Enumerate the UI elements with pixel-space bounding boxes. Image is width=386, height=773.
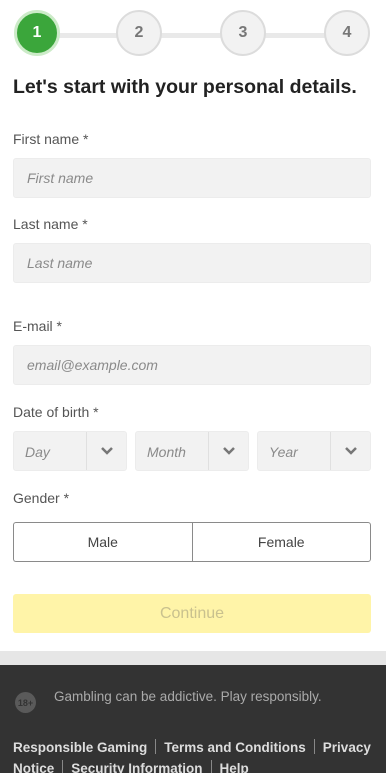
age-restriction-icon: 18+ — [15, 692, 36, 713]
gender-male-button[interactable]: Male — [13, 522, 192, 562]
gender-toggle: Male Female — [13, 522, 371, 562]
last-name-label: Last name * — [13, 216, 88, 232]
email-input[interactable] — [13, 345, 371, 385]
step-2: 2 — [116, 10, 162, 56]
dob-day-select[interactable]: Day — [13, 431, 127, 471]
footer-link-terms[interactable]: Terms and Conditions — [164, 740, 306, 755]
gambling-warning: Gambling can be addictive. Play responsi… — [54, 689, 322, 704]
link-separator — [313, 739, 315, 754]
footer-link-help[interactable]: Help — [220, 761, 249, 773]
chevron-down-icon — [208, 432, 248, 470]
first-name-label: First name * — [13, 131, 89, 147]
link-separator — [62, 760, 64, 773]
footer-divider — [0, 651, 386, 665]
dob-month-select[interactable]: Month — [135, 431, 249, 471]
step-1: 1 — [14, 10, 60, 56]
page-title: Let's start with your personal details. — [13, 76, 357, 98]
progress-stepper: 1 2 3 4 — [14, 10, 372, 60]
dob-year-select[interactable]: Year — [257, 431, 371, 471]
footer-link-responsible-gaming[interactable]: Responsible Gaming — [13, 740, 147, 755]
email-label: E-mail * — [13, 318, 63, 334]
stepper-line — [36, 33, 350, 38]
gender-label: Gender * — [13, 490, 70, 506]
gender-female-button[interactable]: Female — [191, 522, 371, 562]
dob-day-value: Day — [25, 444, 50, 460]
dob-year-value: Year — [269, 444, 298, 460]
footer: 18+ Gambling can be addictive. Play resp… — [0, 665, 386, 773]
continue-button[interactable]: Continue — [13, 594, 371, 633]
last-name-input[interactable] — [13, 243, 371, 283]
step-4: 4 — [324, 10, 370, 56]
first-name-input[interactable] — [13, 158, 371, 198]
footer-link-security[interactable]: Security Information — [71, 761, 202, 773]
dob-month-value: Month — [147, 444, 186, 460]
footer-links: Responsible Gaming Terms and Conditions Pr… — [13, 737, 378, 773]
chevron-down-icon — [86, 432, 126, 470]
link-separator — [210, 760, 212, 773]
dob-label: Date of birth * — [13, 404, 99, 420]
step-3: 3 — [220, 10, 266, 56]
link-separator — [155, 739, 157, 754]
chevron-down-icon — [330, 432, 370, 470]
